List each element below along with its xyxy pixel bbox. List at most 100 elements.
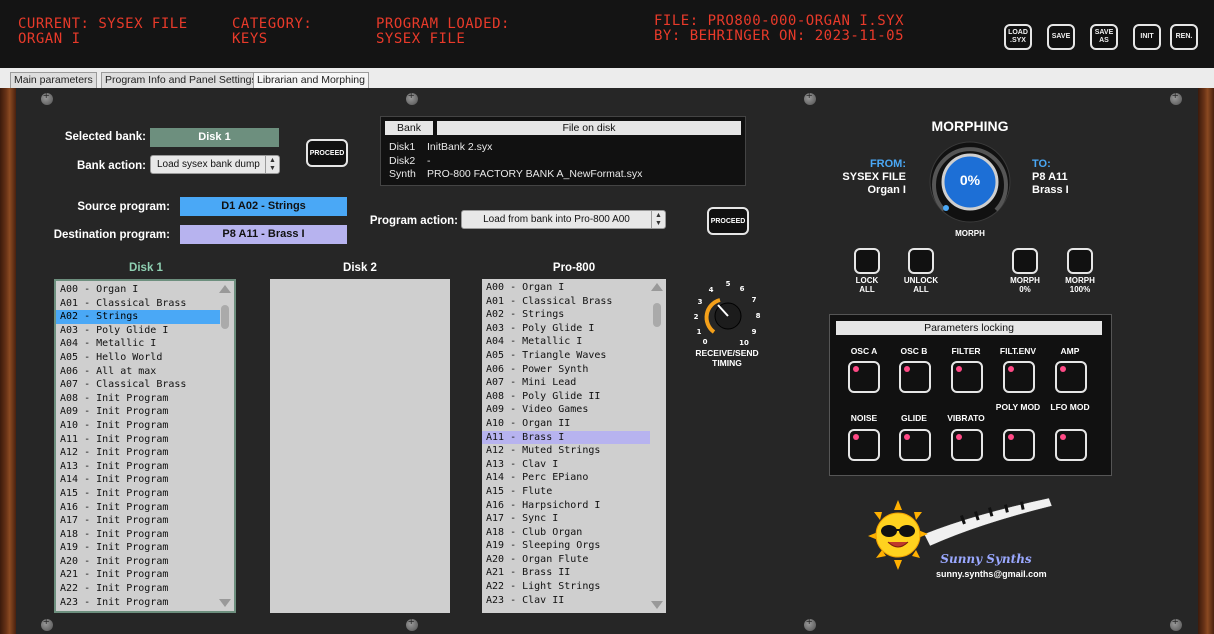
timing-tick-label: 3: [698, 298, 703, 306]
wood-side-left: [0, 88, 16, 634]
list-item[interactable]: A08 - Init Program: [56, 392, 220, 406]
lock-osc-a-button[interactable]: [848, 361, 880, 393]
disk1-program-list[interactable]: A00 - Organ I A01 - Classical Brass A02 - …: [54, 279, 236, 613]
scroll-thumb[interactable]: [653, 303, 661, 327]
bank-proceed-button[interactable]: PROCEED: [306, 139, 348, 167]
list-item[interactable]: A18 - Init Program: [56, 528, 220, 542]
destination-program-value[interactable]: P8 A11 - Brass I: [180, 225, 347, 244]
tab-program-info[interactable]: Program Info and Panel Settings: [101, 72, 261, 88]
list-item[interactable]: A01 - Classical Brass: [482, 295, 650, 309]
list-item[interactable]: A05 - Triangle Waves: [482, 349, 650, 363]
save-button[interactable]: SAVE: [1047, 24, 1075, 50]
list-item[interactable]: A18 - Club Organ: [482, 526, 650, 540]
pro800-program-list[interactable]: A00 - Organ I A01 - Classical Brass A02 - …: [482, 279, 666, 613]
list-item[interactable]: A12 - Muted Strings: [482, 444, 650, 458]
lock-noise-button[interactable]: [848, 429, 880, 461]
list-item[interactable]: A03 - Poly Glide I: [56, 324, 220, 338]
list-item[interactable]: A05 - Hello World: [56, 351, 220, 365]
list-item[interactable]: A06 - All at max: [56, 365, 220, 379]
list-item[interactable]: A23 - Init Program: [56, 596, 220, 610]
lock-poly-mod-button[interactable]: [1003, 429, 1035, 461]
parameters-locking-title: Parameters locking: [836, 321, 1102, 335]
list-item[interactable]: A04 - Metallic I: [56, 337, 220, 351]
program-action-select[interactable]: Load from bank into Pro-800 A00 ▲ ▼: [461, 210, 666, 229]
tab-librarian-morphing[interactable]: Librarian and Morphing: [253, 72, 369, 88]
file-display: FILE: PRO800-000-ORGAN I.SYX BY: BEHRING…: [654, 14, 904, 44]
list-item[interactable]: A08 - Poly Glide II: [482, 390, 650, 404]
list-item[interactable]: A17 - Init Program: [56, 514, 220, 528]
list-item[interactable]: A14 - Init Program: [56, 473, 220, 487]
program-proceed-button[interactable]: PROCEED: [707, 207, 749, 235]
led-icon: [853, 366, 859, 372]
scroll-up-icon[interactable]: [219, 285, 231, 293]
program-loaded-value: SYSEX FILE: [376, 31, 466, 47]
list-item[interactable]: A20 - Organ Flute: [482, 553, 650, 567]
list-item[interactable]: A00 - Organ I: [56, 283, 220, 297]
scroll-thumb[interactable]: [221, 305, 229, 329]
morph-0-button[interactable]: [1012, 248, 1038, 274]
lock-amp-button[interactable]: [1055, 361, 1087, 393]
morph-knob[interactable]: 0%: [926, 138, 1014, 226]
list-item[interactable]: A07 - Mini Lead: [482, 376, 650, 390]
lock-vibrato-button[interactable]: [951, 429, 983, 461]
list-item[interactable]: A04 - Metallic I: [482, 335, 650, 349]
init-button[interactable]: INIT: [1133, 24, 1161, 50]
lock-all-button[interactable]: [854, 248, 880, 274]
lock-lfo-mod-button[interactable]: [1055, 429, 1087, 461]
bank-action-select[interactable]: Load sysex bank dump ▲ ▼: [150, 155, 280, 174]
list-item[interactable]: A19 - Init Program: [56, 541, 220, 555]
lock-osc-b-button[interactable]: [899, 361, 931, 393]
list-item[interactable]: A21 - Brass II: [482, 566, 650, 580]
list-item[interactable]: A22 - Light Strings: [482, 580, 650, 594]
save-as-button[interactable]: SAVE AS: [1090, 24, 1118, 50]
list-item[interactable]: A13 - Clav I: [482, 458, 650, 472]
rename-button[interactable]: REN.: [1170, 24, 1198, 50]
lock-filt-env-button[interactable]: [1003, 361, 1035, 393]
list-item[interactable]: A16 - Harpsichord I: [482, 499, 650, 513]
list-item[interactable]: A02 - Strings: [482, 308, 650, 322]
list-item[interactable]: A09 - Video Games: [482, 403, 650, 417]
list-item[interactable]: A20 - Init Program: [56, 555, 220, 569]
list-item[interactable]: A02 - Strings: [56, 310, 220, 324]
list-item[interactable]: A13 - Init Program: [56, 460, 220, 474]
load-syx-button[interactable]: LOAD .SYX: [1004, 24, 1032, 50]
list-item[interactable]: A16 - Init Program: [56, 501, 220, 515]
list-item[interactable]: A14 - Perc EPiano: [482, 471, 650, 485]
list-item[interactable]: A03 - Poly Glide I: [482, 322, 650, 336]
scrollbar[interactable]: [218, 283, 232, 609]
list-item[interactable]: A15 - Init Program: [56, 487, 220, 501]
lock-glide-button[interactable]: [899, 429, 931, 461]
list-item[interactable]: A07 - Classical Brass: [56, 378, 220, 392]
list-item[interactable]: A15 - Flute: [482, 485, 650, 499]
list-item[interactable]: A00 - Organ I: [482, 281, 650, 295]
list-item[interactable]: A01 - Classical Brass: [56, 297, 220, 311]
table-cell-file: -: [427, 155, 431, 167]
list-item[interactable]: A11 - Init Program: [56, 433, 220, 447]
list-item[interactable]: A23 - Clav II: [482, 594, 650, 608]
timing-knob[interactable]: 0 1 2 3 4 5 6 7 8 9 10: [688, 278, 766, 348]
disk2-program-list[interactable]: [270, 279, 450, 613]
list-item[interactable]: A06 - Power Synth: [482, 363, 650, 377]
scroll-down-icon[interactable]: [651, 601, 663, 609]
morph-100-button[interactable]: [1067, 248, 1093, 274]
lock-filter-button[interactable]: [951, 361, 983, 393]
list-item[interactable]: A17 - Sync I: [482, 512, 650, 526]
timing-label: RECEIVE/SEND TIMING: [683, 348, 771, 368]
source-program-value[interactable]: D1 A02 - Strings: [180, 197, 347, 216]
scroll-up-icon[interactable]: [651, 283, 663, 291]
list-item[interactable]: A19 - Sleeping Orgs: [482, 539, 650, 553]
list-item[interactable]: A11 - Brass I: [482, 430, 650, 445]
list-item[interactable]: A12 - Init Program: [56, 446, 220, 460]
list-item[interactable]: A10 - Init Program: [56, 419, 220, 433]
scroll-down-icon[interactable]: [219, 599, 231, 607]
tab-main-parameters[interactable]: Main parameters: [10, 72, 97, 88]
list-item[interactable]: A22 - Init Program: [56, 582, 220, 596]
list-item[interactable]: A21 - Init Program: [56, 568, 220, 582]
timing-label-line2: TIMING: [712, 358, 742, 368]
scrollbar[interactable]: [650, 281, 664, 611]
led-icon: [1008, 366, 1014, 372]
unlock-all-button[interactable]: [908, 248, 934, 274]
list-item[interactable]: A09 - Init Program: [56, 405, 220, 419]
selected-bank-value[interactable]: Disk 1: [150, 128, 279, 147]
list-item[interactable]: A10 - Organ II: [482, 417, 650, 431]
